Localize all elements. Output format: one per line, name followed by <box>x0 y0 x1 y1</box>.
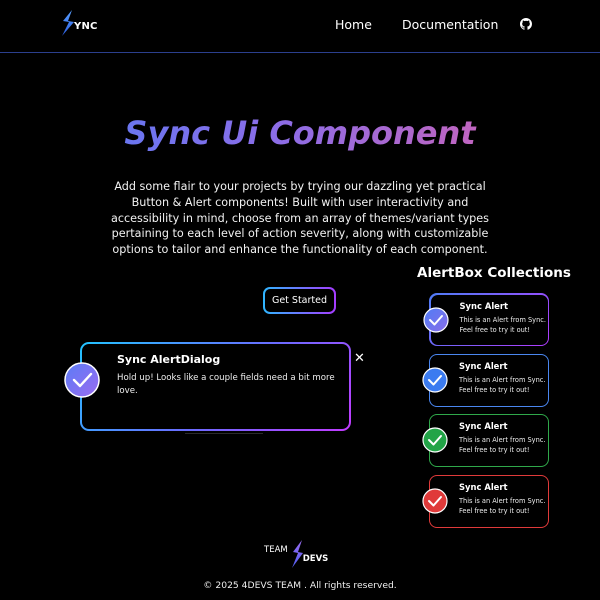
alert-gradient[interactable]: Sync Alert This is an Alert from Sync. F… <box>422 293 549 346</box>
dialog-progress-bar <box>185 433 263 434</box>
close-icon[interactable]: ✕ <box>354 352 365 365</box>
alert-info[interactable]: Sync Alert This is an Alert from Sync. F… <box>422 354 549 407</box>
hero-description: Add some flair to your projects by tryin… <box>110 180 489 257</box>
github-icon[interactable] <box>520 18 532 30</box>
alert-success[interactable]: Sync Alert This is an Alert from Sync. F… <box>422 414 549 467</box>
check-icon <box>422 306 449 333</box>
logo-text: YNC <box>74 21 98 32</box>
alert-error[interactable]: Sync Alert This is an Alert from Sync. F… <box>422 475 549 528</box>
check-icon <box>422 367 448 393</box>
hero-title: Sync Ui Component <box>0 114 600 152</box>
alert-title: Sync Alert <box>459 421 508 431</box>
alertbox-collections-heading: AlertBox Collections <box>417 265 571 281</box>
get-started-label: Get Started <box>265 289 334 312</box>
copyright-text: © 2025 4DEVS TEAM . All rights reserved. <box>203 580 397 591</box>
alert-title: Sync Alert <box>459 482 508 492</box>
nav-link-home[interactable]: Home <box>335 17 372 32</box>
alert-message: This is an Alert from Sync. Feel free to… <box>459 315 546 334</box>
alert-dialog: Sync AlertDialog Hold up! Looks like a c… <box>64 342 351 431</box>
alert-message: This is an Alert from Sync. Feel free to… <box>459 436 546 455</box>
alert-message: This is an Alert from Sync. Feel free to… <box>459 497 546 516</box>
check-icon <box>422 427 448 453</box>
check-icon <box>422 488 448 514</box>
footer-devs-label: DEVS <box>302 554 329 564</box>
top-nav: YNC Home Documentation <box>0 0 600 53</box>
footer-team-label: TEAM <box>264 545 288 555</box>
sync-logo[interactable]: YNC <box>60 10 98 36</box>
get-started-button[interactable]: Get Started <box>263 287 336 314</box>
alert-title: Sync Alert <box>459 361 508 371</box>
check-icon <box>64 362 100 398</box>
footer-logo: TEAM DEVS <box>264 540 328 568</box>
alert-message: This is an Alert from Sync. Feel free to… <box>459 376 546 395</box>
alert-title: Sync Alert <box>459 300 509 311</box>
dialog-title: Sync AlertDialog <box>117 353 221 366</box>
dialog-message: Hold up! Looks like a couple fields need… <box>117 373 335 396</box>
nav-link-documentation[interactable]: Documentation <box>402 17 498 32</box>
